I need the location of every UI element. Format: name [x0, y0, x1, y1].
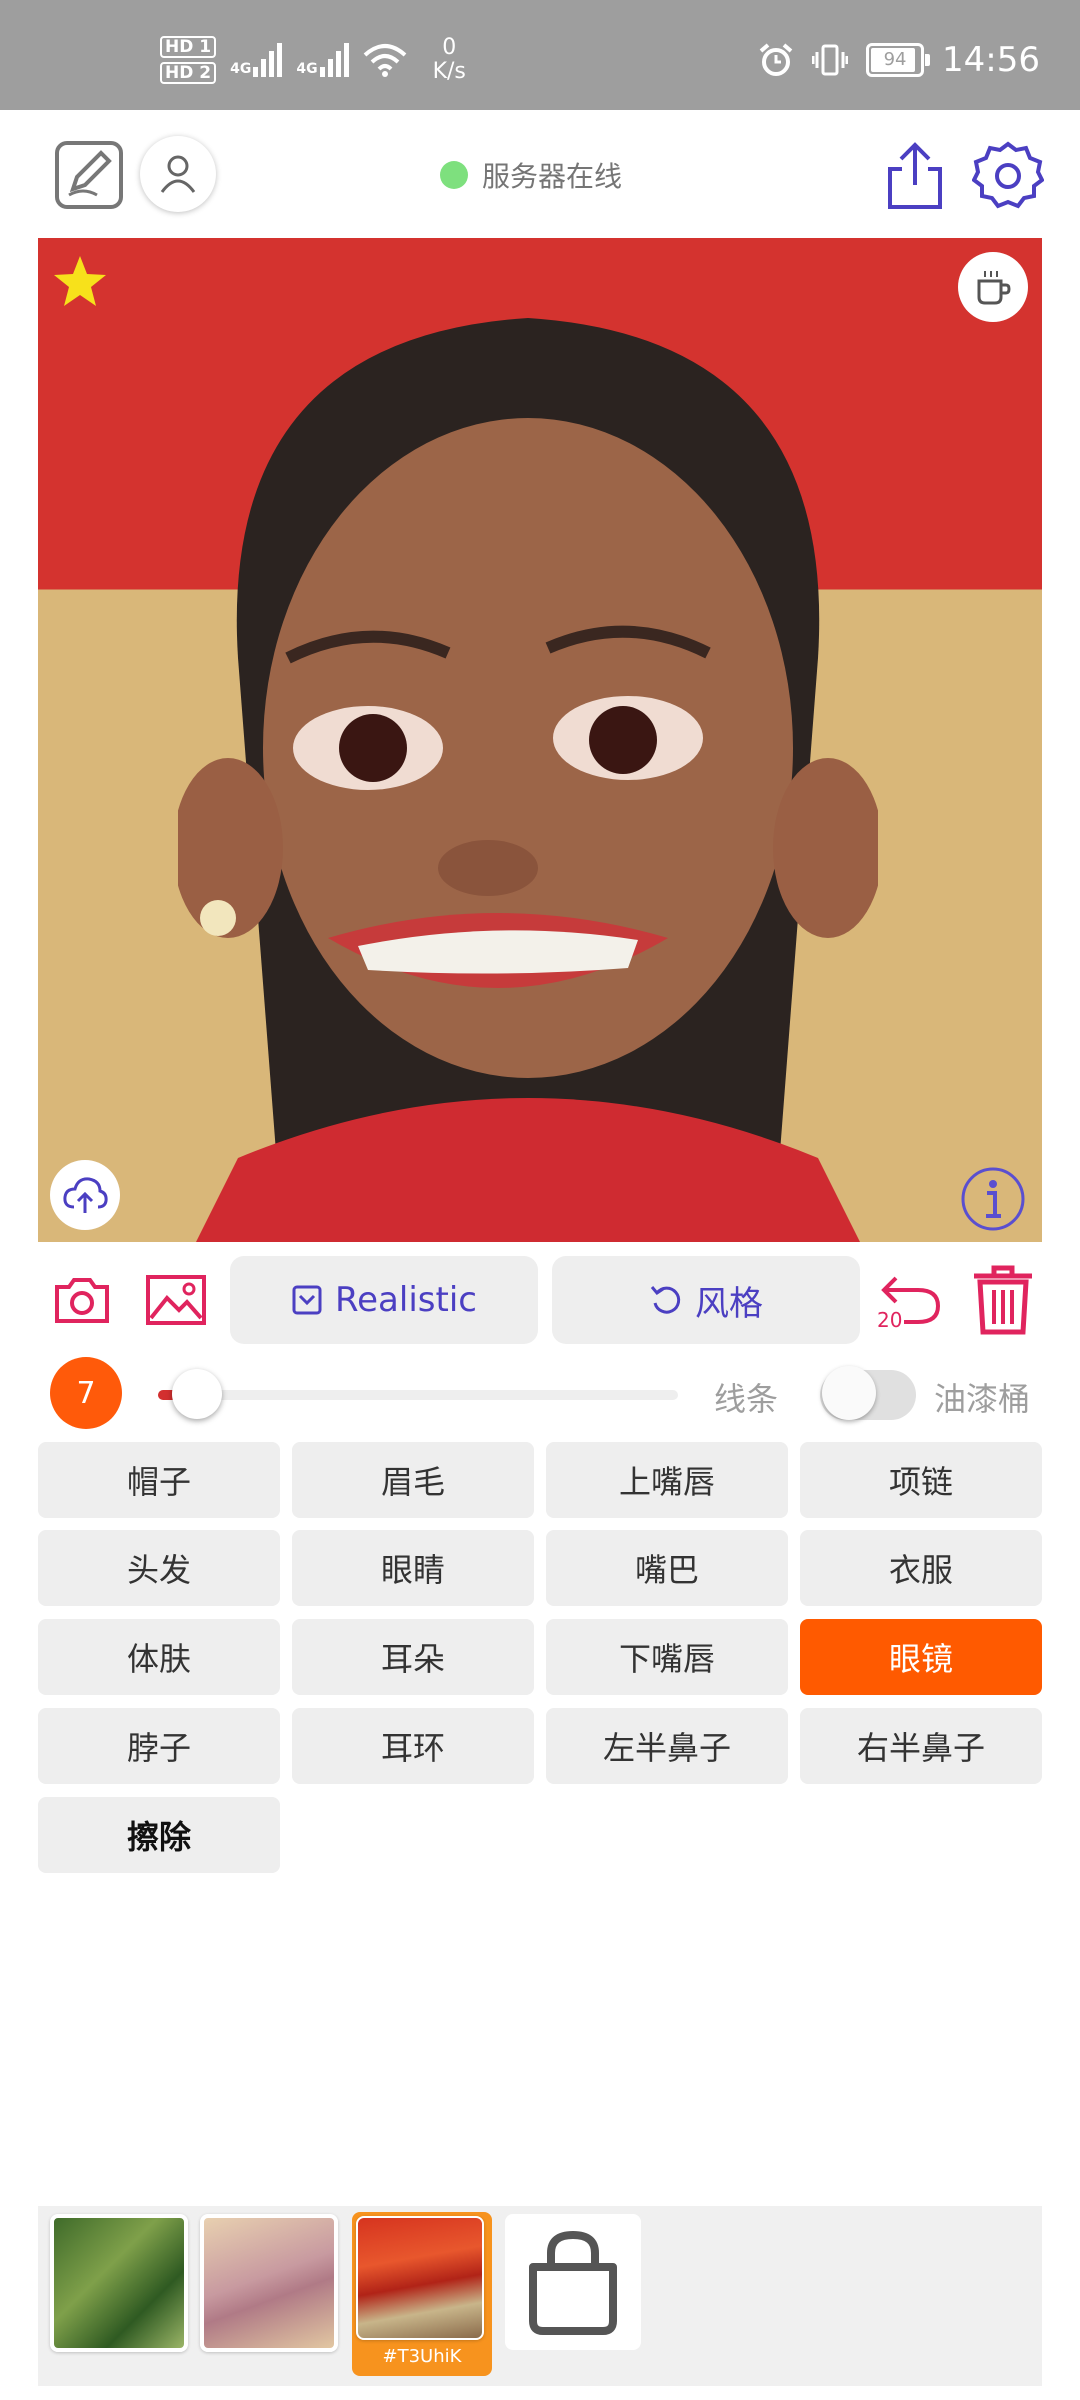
part-button-mouth[interactable]: 嘴巴 — [546, 1530, 788, 1606]
edit-icon — [55, 141, 123, 209]
style-button[interactable]: 风格 — [552, 1256, 860, 1344]
part-button-skin[interactable]: 体肤 — [38, 1619, 280, 1695]
battery-icon: 94 — [866, 43, 931, 77]
net-speed-value: 0 — [442, 35, 457, 60]
camera-icon — [55, 1278, 109, 1323]
hd-indicators: HD 1 HD 2 — [160, 36, 217, 84]
net2-label: 4G — [296, 61, 318, 77]
mode-button[interactable]: Realistic — [230, 1256, 538, 1344]
camera-button[interactable] — [50, 1268, 114, 1332]
selected-style-tag: #T3UhiK — [382, 2346, 462, 2367]
info-icon — [961, 1167, 1025, 1231]
style-thumbnail-forest[interactable] — [50, 2214, 188, 2352]
settings-button[interactable] — [970, 138, 1046, 214]
upload-cloud-icon — [63, 1177, 108, 1213]
hd2-indicator: HD 2 — [160, 62, 217, 84]
part-button-eyes[interactable]: 眼睛 — [292, 1530, 534, 1606]
part-button-ears[interactable]: 耳朵 — [292, 1619, 534, 1695]
info-button[interactable] — [958, 1164, 1028, 1234]
share-icon — [888, 142, 942, 209]
style-label: 风格 — [695, 1283, 763, 1324]
hd1-indicator: HD 1 — [160, 36, 217, 58]
signal-2: 4G — [296, 43, 349, 77]
bucket-toggle-knob[interactable] — [822, 1366, 876, 1420]
bucket-label: 油漆桶 — [934, 1380, 1031, 1418]
portrait-canvas[interactable] — [38, 238, 1042, 1242]
net-speed-unit: K/s — [432, 59, 466, 84]
gallery-button[interactable] — [144, 1268, 208, 1332]
style-thumbnail-red-tree[interactable] — [356, 2216, 484, 2340]
refresh-icon — [650, 1286, 681, 1314]
signal-bars-icon — [319, 43, 349, 77]
brush-size-slider[interactable] — [158, 1390, 678, 1400]
vibrate-icon — [812, 44, 849, 76]
edit-button[interactable] — [52, 138, 126, 212]
part-button-hair[interactable]: 头发 — [38, 1530, 280, 1606]
status-bar: HD 1 HD 2 4G 4G 0 K/s 94 14:56 — [0, 0, 1080, 110]
favorite-button[interactable] — [50, 252, 110, 312]
brush-size-badge: 7 — [50, 1357, 122, 1429]
style-thumbnail-floral[interactable] — [200, 2214, 338, 2352]
coffee-button[interactable] — [958, 252, 1028, 322]
part-button-erase[interactable]: 擦除 — [38, 1797, 280, 1873]
checkbox-icon — [292, 1285, 322, 1315]
portrait-face — [178, 318, 878, 1242]
lines-label: 线条 — [714, 1380, 779, 1418]
status-left: HD 1 HD 2 4G 4G 0 K/s — [160, 30, 466, 90]
undo-count: 20 — [877, 1308, 903, 1332]
shopping-bag-icon — [529, 2230, 617, 2335]
star-icon — [54, 256, 106, 306]
part-button-eyebrow[interactable]: 眉毛 — [292, 1442, 534, 1518]
share-button[interactable] — [880, 140, 950, 212]
user-icon — [160, 155, 196, 193]
trash-icon — [974, 1265, 1032, 1335]
part-button-hat[interactable]: 帽子 — [38, 1442, 280, 1518]
net-speed: 0 K/s — [433, 36, 466, 84]
settings-icon — [972, 141, 1044, 209]
mode-label: Realistic — [335, 1280, 477, 1320]
server-status-label: 服务器在线 — [482, 160, 623, 193]
user-button[interactable] — [140, 136, 216, 212]
part-button-left-nose[interactable]: 左半鼻子 — [546, 1708, 788, 1784]
store-button[interactable] — [505, 2214, 641, 2350]
upload-button[interactable] — [50, 1160, 120, 1230]
part-button-clothes[interactable]: 衣服 — [800, 1530, 1042, 1606]
part-button-earrings[interactable]: 耳环 — [292, 1708, 534, 1784]
brush-size-thumb[interactable] — [171, 1369, 222, 1419]
part-button-neck[interactable]: 脖子 — [38, 1708, 280, 1784]
part-button-right-nose[interactable]: 右半鼻子 — [800, 1708, 1042, 1784]
part-button-glasses[interactable]: 眼镜 — [800, 1619, 1042, 1695]
part-button-lower-lip[interactable]: 下嘴唇 — [546, 1619, 788, 1695]
part-button-upper-lip[interactable]: 上嘴唇 — [546, 1442, 788, 1518]
signal-bars-icon — [253, 43, 283, 77]
coffee-icon — [977, 271, 1011, 305]
battery-level: 94 — [883, 49, 907, 70]
net1-label: 4G — [230, 61, 252, 77]
signal-1: 4G — [230, 43, 283, 77]
status-dot — [440, 161, 468, 189]
delete-button[interactable] — [968, 1262, 1038, 1338]
clock: 14:56 — [942, 40, 1040, 80]
server-status: 服务器在线 — [440, 155, 622, 195]
status-right: 94 14:56 — [758, 30, 1040, 90]
part-button-necklace[interactable]: 项链 — [800, 1442, 1042, 1518]
alarm-icon — [759, 43, 793, 76]
wifi-icon — [363, 44, 406, 77]
image-icon — [146, 1275, 206, 1325]
